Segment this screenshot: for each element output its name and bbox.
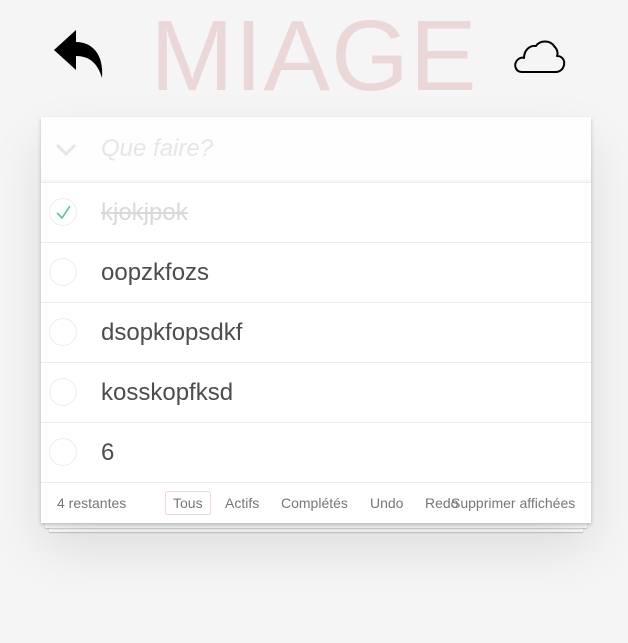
todo-footer: 4 restantes Tous Actifs Complétés Undo R… <box>41 483 591 523</box>
todo-item[interactable]: kjokjpok <box>41 183 591 243</box>
todo-label: kjokjpok <box>101 199 188 226</box>
cloud-icon[interactable] <box>512 36 566 76</box>
todo-checkbox[interactable] <box>49 198 77 226</box>
filter-all[interactable]: Tous <box>165 491 211 515</box>
chevron-down-icon[interactable] <box>53 137 79 163</box>
todo-checkbox[interactable] <box>49 438 77 466</box>
todo-label: 6 <box>101 439 115 466</box>
new-todo-row <box>41 117 591 183</box>
todo-checkbox[interactable] <box>49 378 77 406</box>
todo-label: dsopkfopsdkf <box>101 319 243 346</box>
app-header: MIAGE <box>0 0 628 110</box>
filter-active[interactable]: Actifs <box>217 491 267 515</box>
todo-count: 4 restantes <box>57 495 127 511</box>
todo-label: oopzkfozs <box>101 259 210 286</box>
todo-item[interactable]: dsopkfopsdkf <box>41 303 591 363</box>
todo-label: kosskopfksd <box>101 379 234 406</box>
check-icon <box>56 205 71 220</box>
todo-checkbox[interactable] <box>49 258 77 286</box>
todo-item[interactable]: 6 <box>41 423 591 483</box>
todo-checkbox[interactable] <box>49 318 77 346</box>
todo-app: kjokjpok oopzkfozs dsopkfopsdkf kosskopf… <box>41 117 591 523</box>
todo-item[interactable]: kosskopfksd <box>41 363 591 423</box>
new-todo-input[interactable] <box>101 129 571 169</box>
filter-completed[interactable]: Complétés <box>273 491 356 515</box>
clear-completed-button[interactable]: Supprimer affichées <box>451 483 575 523</box>
todo-list: kjokjpok oopzkfozs dsopkfopsdkf kosskopf… <box>41 183 591 483</box>
undo-button[interactable]: Undo <box>362 491 411 515</box>
todo-item[interactable]: oopzkfozs <box>41 243 591 303</box>
